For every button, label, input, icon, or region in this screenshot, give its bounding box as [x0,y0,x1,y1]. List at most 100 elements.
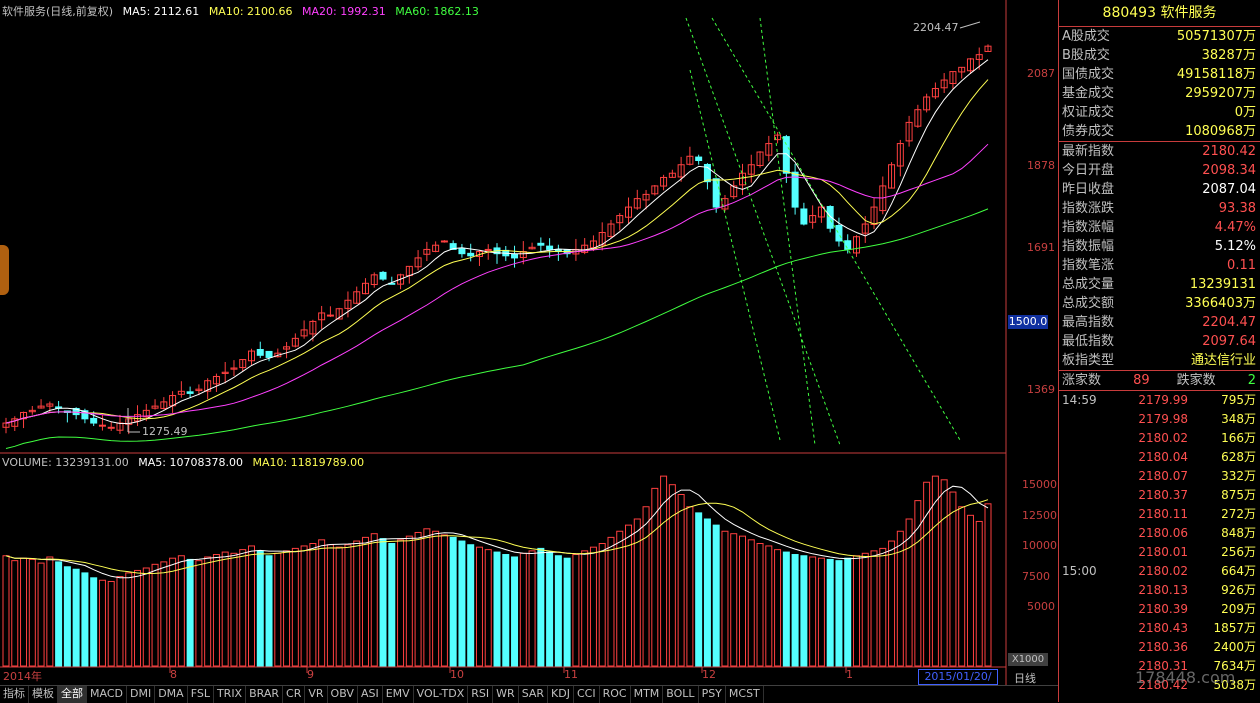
candle-body [90,417,98,424]
tab-wr[interactable]: WR [493,686,519,703]
volume-bar [809,556,817,667]
stat-value: 2959207万 [1185,86,1256,101]
candle-body [186,391,194,394]
tick-row: 2180.13 926万 [1059,581,1260,600]
stat-label: 基金成交 [1062,86,1115,101]
stat-row: 板指类型 通达信行业 [1059,351,1260,370]
tab-roc[interactable]: ROC [600,686,631,703]
tab-mtm[interactable]: MTM [631,686,664,703]
candle-body [467,252,475,257]
volume-bar [90,577,98,667]
volume-bar [861,552,869,667]
volume-bar [782,551,790,667]
stat-label: 总成交额 [1062,296,1115,311]
tab-trix[interactable]: TRIX [214,686,247,703]
volume-bar [160,561,168,667]
tab-brar[interactable]: BRAR [246,686,284,703]
stat-value: 49158118万 [1176,67,1256,82]
tab-指标[interactable]: 指标 [0,686,29,703]
collapse-handle[interactable] [0,245,9,295]
volume-bar [107,580,115,667]
tab-vr[interactable]: VR [305,686,328,703]
tick-price: 2180.39 [1138,602,1188,616]
tab-boll[interactable]: BOLL [663,686,699,703]
tick-time [1059,543,1110,562]
tick-price: 2180.02 [1138,431,1188,445]
volume-bar [2,555,10,667]
candle-body [695,156,703,162]
tick-time: 15:00 [1062,564,1097,578]
volume-bar [870,550,878,667]
volume-bar [81,572,89,667]
legend-ma10: MA10: 2100.66 [208,5,293,18]
tab-kdj[interactable]: KDJ [548,686,574,703]
volume-bar [984,503,992,667]
tab-vol-tdx[interactable]: VOL-TDX [414,686,469,703]
tab-macd[interactable]: MACD [87,686,127,703]
volume-bar [475,546,483,667]
tab-fsl[interactable]: FSL [188,686,214,703]
tab-sar[interactable]: SAR [519,686,549,703]
tab-全部[interactable]: 全部 [58,686,87,703]
volume-bar [826,558,834,667]
period-label[interactable]: 日线 [1014,670,1036,686]
tick-time [1059,429,1110,448]
tab-cci[interactable]: CCI [574,686,600,703]
tab-emv[interactable]: EMV [383,686,414,703]
tick-volume: 332万 [1221,469,1256,483]
stat-value: 2180.42 [1202,144,1256,159]
stat-row: 权证成交 0万 [1059,103,1260,122]
tab-asi[interactable]: ASI [358,686,383,703]
trend-line [689,69,781,441]
candle-body [511,253,519,259]
tick-volume: 209万 [1221,602,1256,616]
tick-price: 2180.43 [1138,621,1188,635]
tick-price: 2180.07 [1138,469,1188,483]
tick-list[interactable]: 14:59 2179.99 795万 2179.98 348万 2180.02 166万 21… [1059,391,1260,695]
volume-bar [756,543,764,667]
indicator-tabs[interactable]: 指标 模板 全部 MACD DMI DMA FSL TRIX BRAR CR VR OBV ASI EMV… [0,685,1058,703]
volume-bar [379,538,387,667]
volume-bar [581,550,589,667]
stat-row: B股成交 38287万 [1059,46,1260,65]
stat-row: 最低指数 2097.64 [1059,332,1260,351]
volume-bar [730,533,738,667]
volume-bar [765,545,773,667]
volume-bar [607,536,615,667]
kline-chart[interactable] [0,0,1058,685]
volume-legend: VOLUME: 13239131.00 MA5: 10708378.00 MA1… [2,456,370,469]
volume-bar [37,562,45,667]
tab-模板[interactable]: 模板 [29,686,58,703]
tab-obv[interactable]: OBV [328,686,358,703]
volume-bar [835,560,843,667]
volume-bar [142,567,150,667]
tab-mcst[interactable]: MCST [726,686,764,703]
stat-row: A股成交 50571307万 [1059,27,1260,46]
candle-body [835,225,843,242]
tab-dma[interactable]: DMA [155,686,188,703]
stat-row: 指数振幅 5.12% [1059,237,1260,256]
volume-tick: 5000 [1027,600,1055,613]
stat-value: 1080968万 [1185,124,1256,139]
x-tick: 10 [450,668,464,681]
candle-body [537,242,545,246]
volume-bar [291,547,299,667]
legend-vol-ma5: MA5: 10708378.00 [138,456,243,469]
tab-psy[interactable]: PSY [699,686,726,703]
candle-body [800,208,808,225]
x-tick: 8 [170,668,177,681]
up-count: 89 [1133,373,1150,388]
volume-bar [55,561,63,667]
stat-label: 最高指数 [1062,315,1115,330]
candle-body [546,245,554,250]
stat-label: 板指类型 [1062,353,1115,368]
trend-line [685,17,841,446]
tick-volume: 348万 [1221,412,1256,426]
tab-rsi[interactable]: RSI [468,686,494,703]
tab-cr[interactable]: CR [283,686,306,703]
volume-bar [844,557,852,667]
tick-row: 2180.36 2400万 [1059,638,1260,657]
chart-area[interactable]: 软件服务(日线,前复权) MA5: 2112.61 MA10: 2100.66 … [0,0,1058,702]
tick-volume: 2400万 [1213,640,1256,654]
tab-dmi[interactable]: DMI [127,686,156,703]
